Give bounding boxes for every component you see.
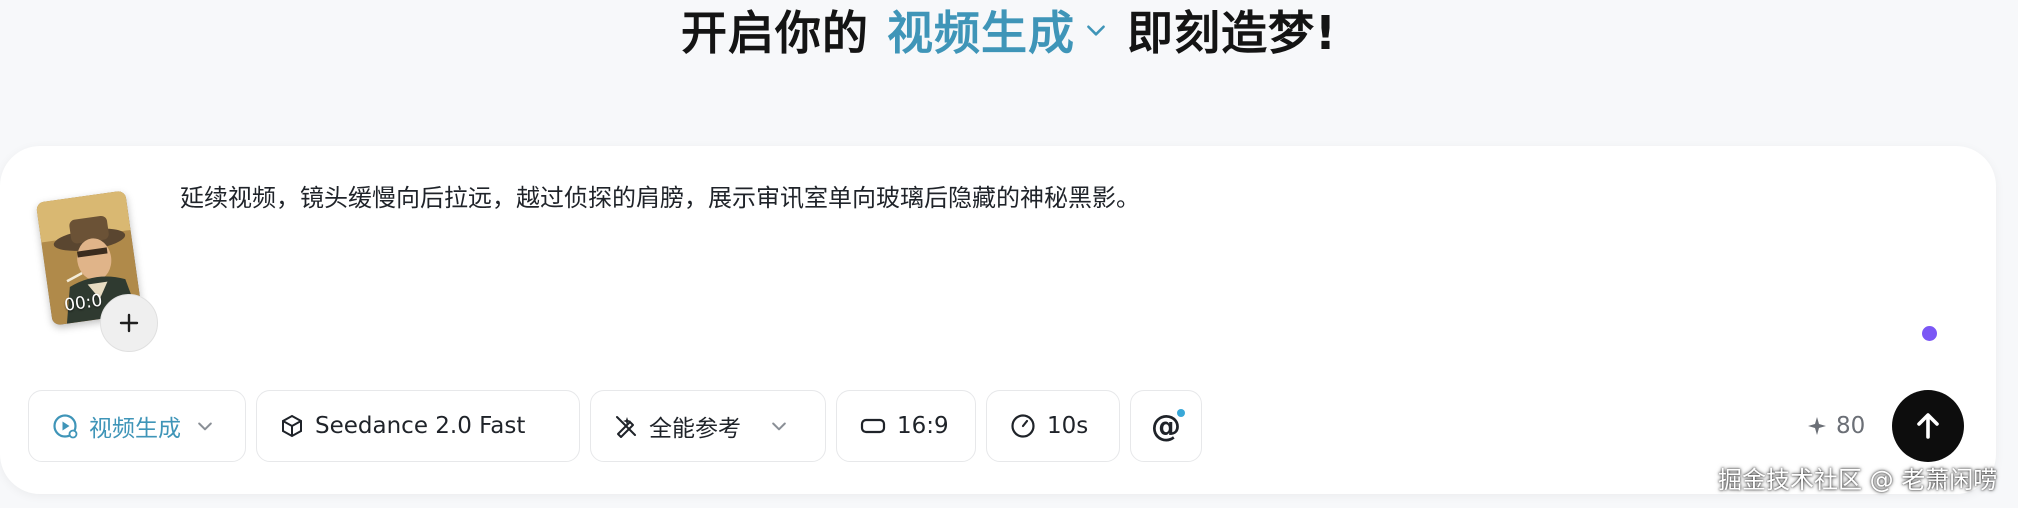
- headline-suffix: 即刻造梦!: [1127, 6, 1337, 60]
- credits-counter: 80: [1806, 408, 1865, 444]
- duration-label: 10s: [1047, 413, 1089, 439]
- clock-icon: [1009, 412, 1037, 440]
- mode-label: 视频生成: [89, 416, 181, 442]
- headline-prefix: 开启你的: [681, 6, 869, 60]
- chevron-down-icon: [1087, 25, 1105, 36]
- page-headline: 开启你的 视频生成 即刻造梦!: [0, 0, 2018, 60]
- headline-mode-label: 视频生成: [887, 6, 1075, 60]
- reference-label: 全能参考: [649, 416, 741, 442]
- arrow-up-icon: [1917, 413, 1939, 439]
- chevron-down-icon: [769, 416, 789, 436]
- magic-pen-icon: [613, 413, 639, 439]
- attachment-area: 00:0: [35, 190, 158, 352]
- prompt-input[interactable]: 延续视频，镜头缓慢向后拉远，越过侦探的肩膀，展示审讯室单向玻璃后隐藏的神秘黑影。: [180, 180, 1880, 216]
- prompt-card: 00:0 延续视频，镜头缓慢向后拉远，越过侦探的肩膀，展示审讯室单向玻璃后隐藏的…: [0, 146, 1996, 494]
- duration-button[interactable]: 10s: [986, 390, 1120, 462]
- aspect-ratio-button[interactable]: 16:9: [836, 390, 976, 462]
- send-button[interactable]: [1892, 390, 1964, 462]
- plus-icon: [119, 313, 139, 333]
- aspect-ratio-icon: [859, 414, 887, 438]
- cube-icon: [279, 413, 305, 439]
- reference-dropdown[interactable]: 全能参考: [590, 390, 826, 462]
- video-play-icon: [51, 412, 79, 440]
- status-dot: [1922, 326, 1937, 341]
- watermark-text: 掘金技术社区 @ 老萧闲唠: [1718, 466, 1998, 494]
- chevron-down-icon: [195, 416, 215, 436]
- mode-dropdown[interactable]: 视频生成: [28, 390, 246, 462]
- sparkle-icon: [1806, 415, 1828, 437]
- model-label: Seedance 2.0 Fast: [315, 413, 526, 439]
- mention-button[interactable]: @: [1130, 390, 1202, 462]
- headline-mode-selector[interactable]: 视频生成: [887, 0, 1109, 63]
- credits-value: 80: [1836, 413, 1866, 439]
- model-selector[interactable]: Seedance 2.0 Fast: [256, 390, 580, 462]
- add-attachment-button[interactable]: [100, 294, 158, 352]
- prompt-toolbar: 视频生成 Seedance 2.0 Fast 全能参考 16:9 10s @: [28, 390, 1202, 462]
- notification-dot: [1177, 409, 1185, 417]
- aspect-ratio-label: 16:9: [897, 413, 949, 439]
